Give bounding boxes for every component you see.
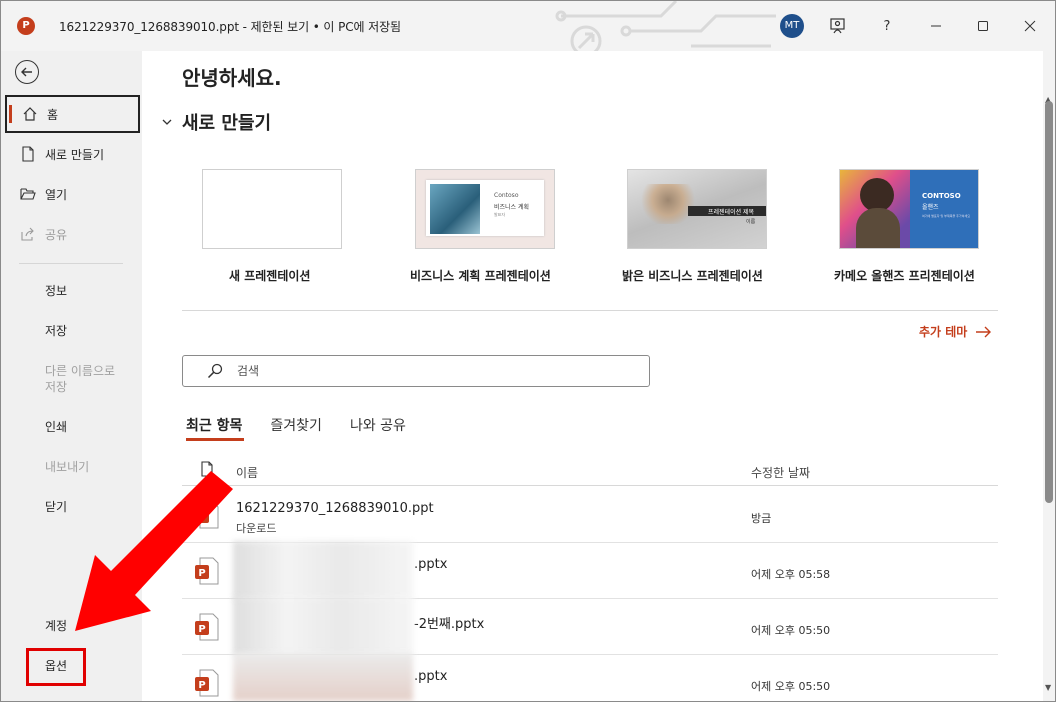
title-bar: P 1621229370_1268839010.ppt - 제한된 보기 • 이…	[1, 1, 1055, 51]
sidebar-divider	[19, 263, 123, 264]
file-location: 다운로드	[236, 522, 277, 535]
share-icon	[19, 225, 37, 243]
template-thumbnail: 프레젠테이션 제목 이름	[627, 169, 767, 249]
template-label: 카메오 올핸즈 프리젠테이션	[834, 269, 975, 283]
arrow-right-icon	[976, 326, 992, 337]
sidebar-item-new[interactable]: 새로 만들기	[5, 135, 140, 173]
sidebar-item-open[interactable]: 열기	[5, 175, 140, 213]
close-button[interactable]	[1017, 13, 1043, 39]
scroll-down-icon[interactable]: ▼	[1045, 683, 1051, 692]
minimize-button[interactable]	[923, 13, 949, 39]
svg-text:P: P	[198, 568, 205, 579]
search-box[interactable]	[182, 355, 650, 387]
window-title: 1621229370_1268839010.ppt - 제한된 보기 • 이 P…	[59, 20, 401, 34]
sidebar-item-label: 새로 만들기	[45, 147, 105, 162]
file-list-header: 이름 수정한 날짜	[182, 456, 998, 486]
account-avatar[interactable]: MT	[780, 14, 804, 38]
backstage-main: 안녕하세요. 새로 만들기 새 프레젠테이션 Contoso 비즈니스 계획 발…	[142, 51, 1042, 701]
svg-text:P: P	[198, 624, 205, 635]
powerpoint-file-icon: P	[195, 557, 219, 585]
backstage-sidebar: 홈 새로 만들기 열기 공유 정보 저장 다른 이름으로 저장 인쇄 내보내기 …	[1, 51, 142, 701]
more-themes-link[interactable]: 추가 테마	[919, 323, 992, 340]
more-themes-label: 추가 테마	[919, 325, 968, 339]
sidebar-item-account[interactable]: 계정	[45, 618, 67, 634]
svg-text:P: P	[198, 680, 205, 691]
sidebar-item-label: 다른 이름으로	[45, 364, 116, 378]
powerpoint-window: P 1621229370_1268839010.ppt - 제한된 보기 • 이…	[0, 0, 1056, 702]
annotation-highlight-box	[26, 648, 86, 686]
file-name: -2번째.pptx	[414, 617, 485, 632]
sidebar-item-home[interactable]: 홈	[5, 95, 140, 133]
tab-recent[interactable]: 최근 항목	[186, 415, 245, 441]
redacted-filename	[233, 597, 413, 655]
sidebar-item-label: 홈	[47, 107, 59, 122]
search-input[interactable]	[237, 364, 617, 378]
template-thumbnail	[202, 169, 342, 249]
new-document-icon	[19, 145, 37, 163]
help-button[interactable]: ?	[874, 13, 900, 39]
column-modified[interactable]: 수정한 날짜	[751, 464, 810, 481]
svg-text:P: P	[198, 512, 205, 523]
file-name: .pptx	[414, 669, 448, 684]
redacted-filename	[233, 653, 413, 701]
vertical-scrollbar[interactable]: ▲ ▼	[1043, 51, 1055, 701]
sidebar-item-share[interactable]: 공유	[5, 215, 140, 253]
sidebar-item-close[interactable]: 닫기	[45, 499, 67, 515]
close-icon	[1024, 20, 1036, 32]
help-icon: ?	[883, 18, 891, 34]
column-name[interactable]: 이름	[236, 464, 258, 481]
sidebar-item-label: 열기	[45, 187, 68, 202]
sidebar-item-save-as[interactable]: 다른 이름으로 저장	[45, 363, 115, 395]
chevron-down-icon	[162, 119, 172, 125]
maximize-icon	[978, 21, 988, 31]
powerpoint-icon: P	[17, 17, 35, 35]
file-modified-date: 어제 오후 05:58	[751, 568, 831, 581]
template-thumbnail: Contoso 비즈니스 계획 발표자	[415, 169, 555, 249]
powerpoint-file-icon: P	[195, 501, 219, 529]
powerpoint-file-icon: P	[195, 613, 219, 641]
tab-favorites[interactable]: 즐겨찾기	[270, 415, 322, 441]
sidebar-item-label: 공유	[45, 227, 68, 242]
sidebar-item-print[interactable]: 인쇄	[45, 419, 67, 435]
new-section-title: 새로 만들기	[182, 113, 272, 134]
new-section-toggle[interactable]: 새로 만들기	[160, 109, 271, 135]
file-modified-date: 방금	[751, 512, 772, 525]
file-modified-date: 어제 오후 05:50	[751, 680, 831, 693]
file-type-icon	[200, 461, 214, 480]
scrollbar-thumb[interactable]	[1045, 101, 1053, 503]
circuit-decoration	[555, 1, 776, 51]
greeting-heading: 안녕하세요.	[182, 66, 282, 90]
tab-shared-with-me[interactable]: 나와 공유	[350, 415, 406, 441]
folder-icon	[19, 185, 37, 203]
section-divider	[182, 310, 998, 311]
minimize-icon	[931, 25, 941, 27]
back-button[interactable]	[15, 60, 39, 84]
redacted-filename	[233, 541, 413, 599]
template-label: 비즈니스 계획 프레젠테이션	[410, 269, 551, 283]
file-name: .pptx	[414, 557, 448, 572]
template-label: 밝은 비즈니스 프레젠테이션	[622, 269, 763, 283]
coauthor-button[interactable]	[825, 13, 851, 39]
powerpoint-file-icon: P	[195, 669, 219, 697]
back-arrow-icon	[21, 67, 32, 77]
search-icon	[207, 363, 223, 379]
template-label: 새 프레젠테이션	[229, 269, 311, 283]
maximize-button[interactable]	[970, 13, 996, 39]
template-thumbnail: CONTOSO 올핸즈 여기에 발표자 및 부제목을 추가하세요	[839, 169, 979, 249]
coauthor-icon	[830, 18, 845, 34]
home-icon	[21, 105, 39, 123]
file-name: 1621229370_1268839010.ppt	[236, 501, 434, 516]
file-row[interactable]: P 1621229370_1268839010.ppt 다운로드 방금	[182, 487, 998, 543]
sidebar-item-export[interactable]: 내보내기	[45, 459, 89, 475]
file-tabs: 최근 항목 즐겨찾기 나와 공유	[186, 415, 434, 441]
file-modified-date: 어제 오후 05:50	[751, 624, 831, 637]
sidebar-item-label: 저장	[45, 380, 68, 394]
sidebar-item-info[interactable]: 정보	[45, 283, 67, 299]
sidebar-item-save[interactable]: 저장	[45, 323, 67, 339]
